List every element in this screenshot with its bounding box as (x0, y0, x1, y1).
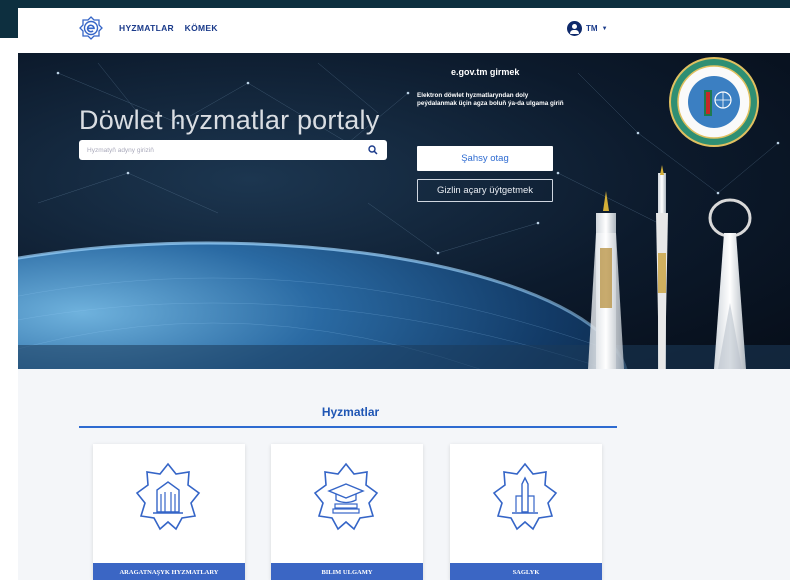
graduation-cap-books-icon (313, 462, 379, 531)
login-description: Elektron döwlet hyzmatlaryndan doly peýd… (417, 92, 564, 107)
search-icon[interactable] (368, 145, 378, 155)
window-frame-left (0, 0, 18, 38)
hero-banner: Döwlet hyzmatlar portaly e.gov.tm girmek… (18, 53, 790, 369)
service-card-health[interactable]: SAGLYK (450, 444, 602, 580)
user-menu[interactable]: TM ▼ (567, 21, 608, 36)
health-tower-icon (492, 462, 558, 531)
user-avatar-icon[interactable] (567, 21, 582, 36)
header: HYZMATLAR KÖMEK TM ▼ (18, 8, 790, 53)
nav-help-link[interactable]: KÖMEK (185, 23, 218, 33)
search-input[interactable] (87, 140, 357, 160)
main-nav: HYZMATLAR KÖMEK (119, 23, 226, 33)
egov-logo-icon[interactable] (79, 16, 103, 40)
window-frame-top (0, 0, 790, 8)
service-card-education[interactable]: BILIM ULGAMY (271, 444, 423, 580)
nav-services-link[interactable]: HYZMATLAR (119, 23, 174, 33)
hero-title: Döwlet hyzmatlar portaly (79, 105, 380, 135)
service-card-label: BILIM ULGAMY (271, 563, 423, 580)
services-section: Hyzmatlar ARAGATNAŞYK HYZMATLARY BILIM U… (18, 369, 790, 580)
state-emblem-seal-icon (669, 57, 759, 147)
building-icon (135, 462, 201, 531)
services-title: Hyzmatlar (321, 405, 380, 419)
chevron-down-icon[interactable]: ▼ (602, 26, 608, 32)
service-card-communication[interactable]: ARAGATNAŞYK HYZMATLARY (93, 444, 245, 580)
change-password-button[interactable]: Gizlin açary üýtgetmek (417, 179, 553, 202)
search-box (79, 140, 387, 160)
language-selector[interactable]: TM (586, 24, 598, 33)
service-card-label: ARAGATNAŞYK HYZMATLARY (93, 563, 245, 580)
page: HYZMATLAR KÖMEK TM ▼ Döwlet hyzmatlar po… (18, 8, 790, 580)
login-title: e.gov.tm girmek (451, 67, 520, 77)
personal-cabinet-button[interactable]: Şahsy otag (417, 146, 553, 171)
service-card-label: SAGLYK (450, 563, 602, 580)
services-divider (79, 426, 617, 428)
